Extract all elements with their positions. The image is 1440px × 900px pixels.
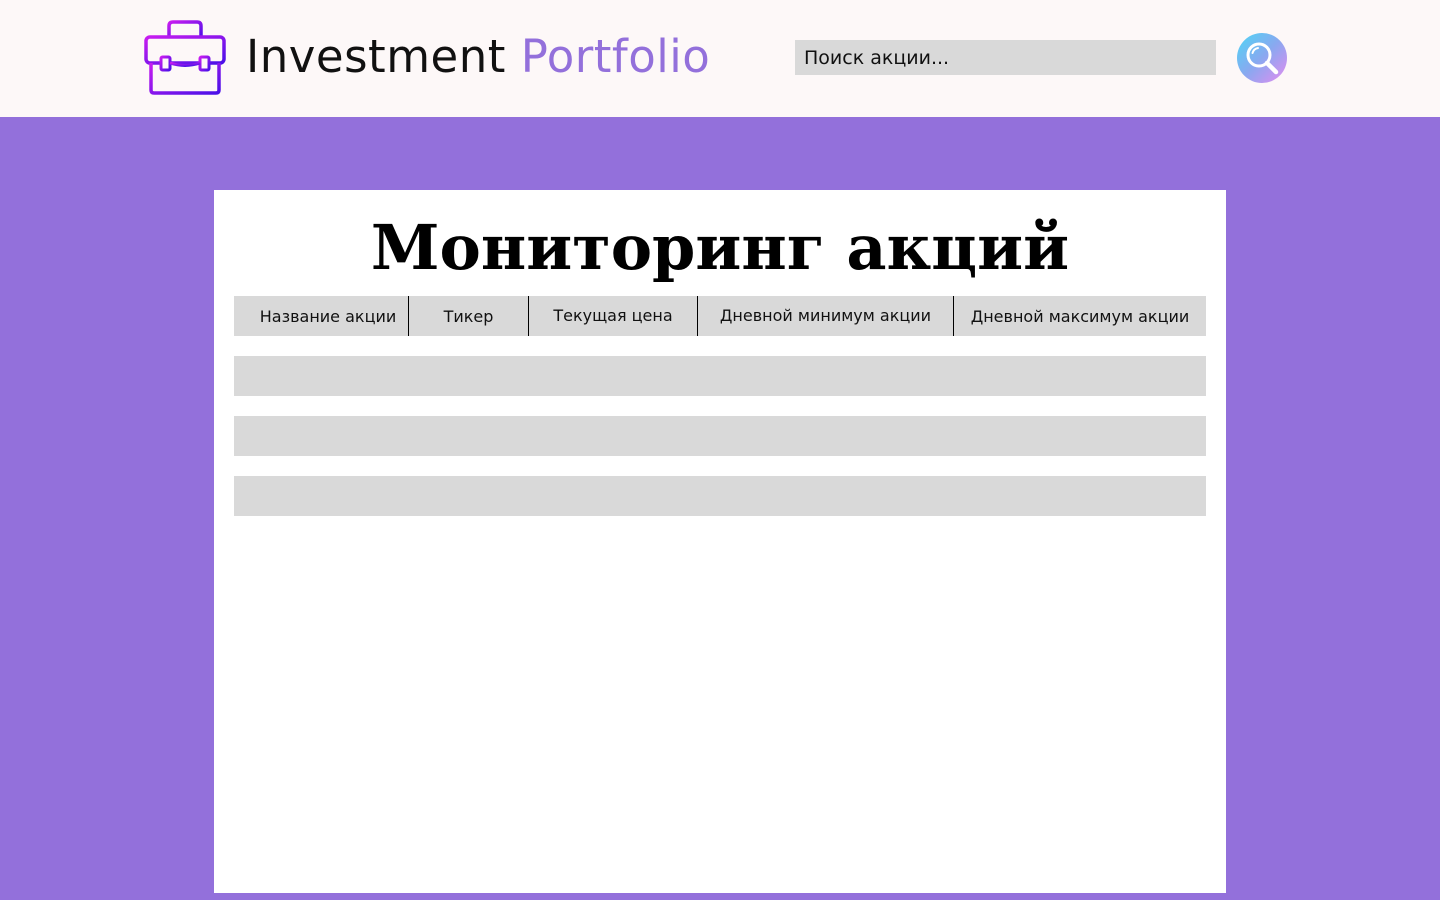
table-row[interactable] (234, 476, 1206, 516)
table-row[interactable] (234, 416, 1206, 456)
top-header: Investment Portfolio (0, 0, 1440, 117)
page-title: Мониторинг акций (370, 211, 1070, 284)
column-daily-low[interactable]: Дневной минимум акции (698, 296, 954, 336)
stock-monitoring-card: Мониторинг акций Название акции Тикер Те… (214, 190, 1226, 893)
stock-search-input[interactable] (795, 40, 1216, 75)
briefcase-icon[interactable] (143, 20, 227, 96)
column-stock-name[interactable]: Название акции (234, 296, 409, 336)
column-daily-high[interactable]: Дневной максимум акции (954, 296, 1206, 336)
brand-name: Investment (246, 30, 521, 83)
search-icon (1245, 41, 1279, 75)
search-button[interactable] (1237, 33, 1287, 83)
column-ticker[interactable]: Тикер (409, 296, 529, 336)
stock-table-header: Название акции Тикер Текущая цена Дневно… (234, 296, 1206, 336)
column-current-price[interactable]: Текущая цена (529, 296, 698, 336)
table-row[interactable] (234, 356, 1206, 396)
brand-accent: Portfolio (520, 30, 711, 83)
brand-title[interactable]: Investment Portfolio (246, 26, 710, 88)
